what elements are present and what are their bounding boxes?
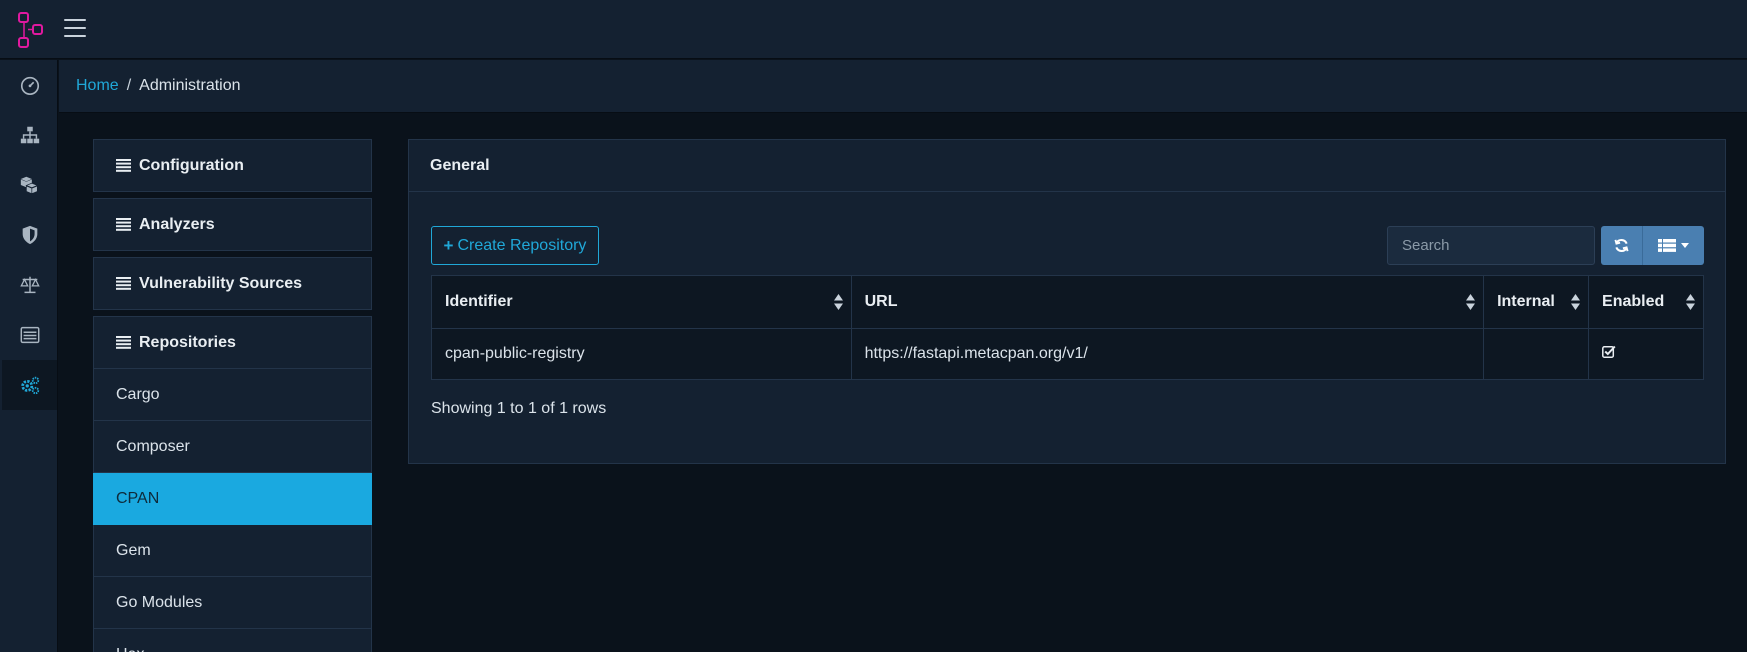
table-toolbar <box>1601 226 1704 265</box>
menu-section-vulnerability-sources[interactable]: Vulnerability Sources <box>93 257 372 310</box>
breadcrumb: Home / Administration <box>59 60 1747 113</box>
table-row[interactable]: cpan-public-registry https://fastapi.met… <box>431 328 1704 380</box>
menu-item-go-modules[interactable]: Go Modules <box>93 577 372 629</box>
cell-identifier: cpan-public-registry <box>431 328 852 380</box>
hamburger-icon[interactable] <box>64 19 86 37</box>
column-header-internal[interactable]: Internal <box>1483 275 1590 329</box>
sort-icon <box>1686 294 1695 310</box>
menu-item-hex[interactable]: Hex <box>93 629 372 652</box>
menu-item-cargo[interactable]: Cargo <box>93 369 372 421</box>
create-repository-button[interactable]: + Create Repository <box>431 226 599 265</box>
sort-icon <box>1466 294 1476 310</box>
column-header-label: Identifier <box>445 293 513 310</box>
checked-icon <box>1602 345 1616 358</box>
column-header-label: URL <box>864 293 898 310</box>
breadcrumb-home-link[interactable]: Home <box>76 77 119 95</box>
caret-down-icon <box>1681 243 1689 248</box>
cell-enabled <box>1588 328 1704 380</box>
menu-item-cpan[interactable]: CPAN <box>93 473 372 525</box>
column-header-label: Enabled <box>1602 293 1665 310</box>
shield-icon[interactable] <box>2 210 57 260</box>
repositories-table: Identifier URL Internal Enabled cpan-pub… <box>431 275 1704 380</box>
sort-icon <box>833 294 843 310</box>
list-icon[interactable] <box>2 310 57 360</box>
scale-icon[interactable] <box>2 260 57 310</box>
menu-section-repositories[interactable]: Repositories <box>93 316 372 369</box>
list-icon <box>116 159 131 172</box>
cell-internal <box>1483 328 1590 380</box>
menu-section-label: Analyzers <box>139 215 215 233</box>
search-input[interactable] <box>1387 226 1595 265</box>
create-repository-label: Create Repository <box>457 236 587 254</box>
list-icon <box>116 218 131 231</box>
columns-icon <box>1658 239 1676 252</box>
card-title: General <box>409 140 1725 192</box>
column-header-identifier[interactable]: Identifier <box>431 275 852 329</box>
gears-icon[interactable] <box>2 360 57 410</box>
column-header-enabled[interactable]: Enabled <box>1588 275 1704 329</box>
sidebar <box>0 60 58 652</box>
breadcrumb-current: Administration <box>139 77 241 94</box>
list-icon <box>116 277 131 290</box>
column-header-url[interactable]: URL <box>850 275 1485 329</box>
menu-section-configuration[interactable]: Configuration <box>93 139 372 192</box>
admin-menu: Configuration Analyzers Vulnerability So… <box>93 139 372 652</box>
list-icon <box>116 336 131 349</box>
plus-icon: + <box>443 235 454 255</box>
top-navbar <box>0 0 1747 59</box>
dashboard-icon[interactable] <box>2 60 57 110</box>
components-icon[interactable] <box>2 160 57 210</box>
refresh-icon <box>1614 239 1629 252</box>
columns-toggle-button[interactable] <box>1643 226 1704 265</box>
sitemap-icon[interactable] <box>2 110 57 160</box>
menu-section-label: Repositories <box>139 333 236 351</box>
menu-item-composer[interactable]: Composer <box>93 421 372 473</box>
pagination-info: Showing 1 to 1 of 1 rows <box>431 400 607 417</box>
app-logo-icon[interactable] <box>18 12 44 48</box>
breadcrumb-separator: / <box>126 77 132 94</box>
menu-section-label: Vulnerability Sources <box>139 274 303 292</box>
menu-section-analyzers[interactable]: Analyzers <box>93 198 372 251</box>
cell-url: https://fastapi.metacpan.org/v1/ <box>850 328 1485 380</box>
column-header-label: Internal <box>1497 293 1555 310</box>
sort-icon <box>1571 294 1581 310</box>
menu-section-label: Configuration <box>139 156 244 174</box>
general-card: General + Create Repository Search Ident… <box>408 139 1726 464</box>
menu-item-gem[interactable]: Gem <box>93 525 372 577</box>
refresh-button[interactable] <box>1601 226 1643 265</box>
